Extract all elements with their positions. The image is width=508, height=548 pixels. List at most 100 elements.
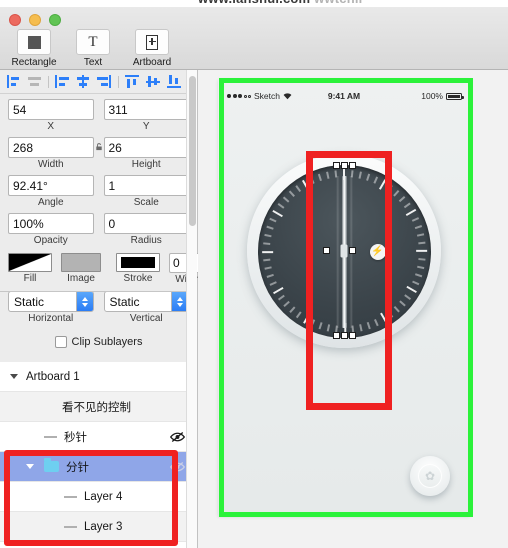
radius-label: Radius	[130, 235, 162, 246]
clock-tick	[387, 181, 396, 191]
align-left-icon[interactable]	[6, 75, 21, 88]
clock-tick	[301, 176, 310, 191]
clock-tick	[274, 294, 285, 303]
clock-tick	[326, 166, 330, 179]
clock-tick	[399, 300, 408, 310]
selection-handle-middle-right[interactable]	[349, 247, 356, 254]
eye-hidden-icon[interactable]	[170, 431, 185, 443]
horizontal-resizing-value: Static	[14, 294, 45, 309]
clock-tick	[412, 280, 423, 286]
minimize-button[interactable]	[29, 14, 41, 26]
layer-name: Layer 4	[84, 490, 123, 503]
carrier-label: Sketch	[254, 91, 280, 101]
wifi-icon	[283, 93, 292, 100]
layer-name: 分针	[66, 461, 89, 474]
clip-sublayers-label: Clip Sublayers	[71, 336, 143, 348]
distribute-horizontal-icon[interactable]	[76, 75, 91, 88]
artboard-canvas[interactable]: Sketch 9:41 AM 100% ⚡ ✿	[218, 79, 470, 516]
rectangle-icon	[17, 29, 51, 55]
canvas-area[interactable]: Sketch 9:41 AM 100% ⚡ ✿	[198, 70, 508, 548]
clock-tick	[414, 224, 427, 229]
align-center-horizontal-icon[interactable]	[27, 75, 42, 88]
status-bar-time: 9:41 AM	[327, 91, 361, 101]
clock-tick	[258, 242, 271, 245]
toolbar: Rectangle T Text Artboard	[8, 29, 178, 68]
selection-handle-top-center[interactable]	[341, 162, 348, 169]
clock-tick	[293, 311, 302, 321]
opacity-label: Opacity	[33, 235, 68, 246]
clock-tick	[399, 193, 408, 202]
layer-name: Layer 3	[84, 520, 123, 533]
tool-rectangle[interactable]: Rectangle	[8, 29, 60, 68]
layer-row-invisible-control[interactable]: 看不见的控制	[0, 392, 197, 422]
status-bar-right: 100%	[421, 91, 464, 101]
settings-button[interactable]: ✿	[410, 456, 450, 496]
width-label: Width	[37, 159, 64, 170]
selection-handle-bottom-left[interactable]	[333, 332, 340, 339]
lightning-bolt-icon[interactable]: ⚡	[369, 243, 386, 260]
clock-tick	[293, 181, 301, 192]
layer-row-layer-3[interactable]: Layer 3	[0, 512, 197, 542]
clock-tick	[280, 300, 290, 310]
selection-handle-top-right[interactable]	[349, 162, 356, 169]
clock-tick	[286, 306, 296, 315]
scale-input[interactable]: 1	[103, 175, 189, 196]
clock-tick	[417, 265, 429, 269]
selection-handle-middle-left[interactable]	[323, 247, 330, 254]
y-input[interactable]: 311	[103, 99, 189, 120]
clock-tick	[379, 311, 389, 327]
tool-artboard[interactable]: Artboard	[126, 29, 178, 68]
stroke-swatch[interactable]	[116, 253, 160, 272]
clock-tick	[309, 318, 315, 330]
horizontal-resizing-select[interactable]: Static	[8, 291, 94, 312]
vertical-resizing-select[interactable]: Static	[103, 291, 189, 312]
angle-input[interactable]: 92.41°	[8, 175, 94, 196]
layer-row-artboard-1[interactable]: Artboard 1	[0, 362, 197, 392]
clock-tick	[317, 169, 322, 181]
lock-aspect-icon[interactable]	[94, 142, 103, 151]
layer-row-minute-hand[interactable]: 分针	[0, 452, 197, 482]
clock-tick	[258, 250, 274, 253]
layer-row-layer-4[interactable]: Layer 4	[0, 482, 197, 512]
selection-handle-bottom-right[interactable]	[349, 332, 356, 339]
title-bar: Rectangle T Text Artboard	[0, 7, 508, 70]
x-label: X	[47, 121, 55, 132]
align-edges-icon[interactable]	[97, 75, 112, 88]
image-swatch[interactable]	[61, 253, 101, 272]
close-button[interactable]	[9, 14, 21, 26]
clip-sublayers-row[interactable]: Clip Sublayers	[0, 336, 197, 348]
x-input[interactable]: 54	[8, 99, 94, 120]
fill-swatch[interactable]	[8, 253, 52, 272]
selection-handle-bottom-center[interactable]	[341, 332, 348, 339]
align-middle-vertical-icon[interactable]	[146, 75, 161, 88]
width-input[interactable]: 268	[8, 137, 94, 158]
align-bottom-icon[interactable]	[167, 75, 182, 88]
eye-hidden-icon[interactable]	[170, 461, 185, 473]
clip-sublayers-checkbox[interactable]	[54, 336, 67, 348]
layer-row-second-hand[interactable]: 秒针	[0, 422, 197, 452]
inspector-scrollbar[interactable]	[186, 70, 197, 548]
watermark-dim: wwtchir	[310, 0, 364, 6]
align-top-icon[interactable]	[125, 75, 140, 88]
clock-tick	[286, 186, 295, 197]
tool-text[interactable]: T Text	[67, 29, 119, 68]
radius-input[interactable]: 0	[103, 213, 189, 234]
height-label: Height	[131, 159, 161, 170]
height-input[interactable]: 26	[103, 137, 189, 158]
clock-tick	[274, 200, 285, 208]
align-right-icon[interactable]	[55, 75, 70, 88]
signal-dots-icon	[227, 94, 251, 98]
fill-label: Fill	[23, 273, 37, 284]
selection-handle-top-left[interactable]	[333, 162, 340, 169]
stroke-label: Stroke	[123, 273, 153, 284]
vertical-label: Vertical	[129, 313, 163, 324]
clock-widget[interactable]: ⚡	[247, 154, 441, 348]
opacity-input[interactable]: 100%	[8, 213, 94, 234]
clock-tick	[416, 233, 429, 236]
clock-tick	[416, 249, 430, 252]
tool-text-label: Text	[83, 57, 103, 68]
zoom-button[interactable]	[49, 14, 61, 26]
inspector-scrollbar-thumb[interactable]	[189, 76, 196, 226]
watermark-text: www.ianshui.com wwtchir	[198, 0, 364, 6]
clock-tick	[280, 193, 290, 202]
